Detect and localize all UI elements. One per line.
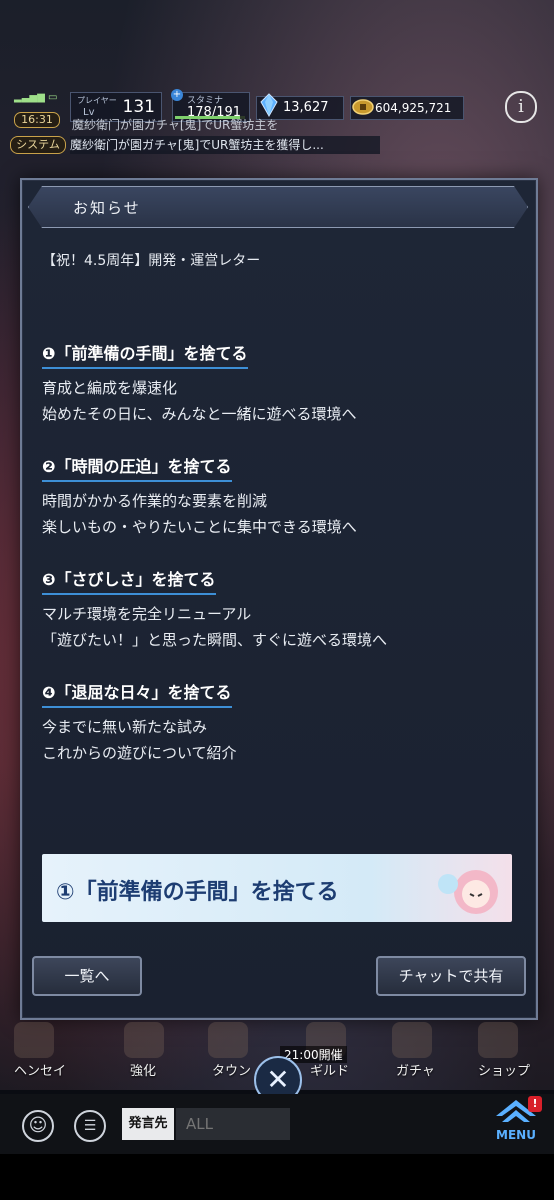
plus-icon[interactable]: + bbox=[171, 89, 183, 101]
player-level: 131 bbox=[122, 97, 155, 117]
section-line: これからの遊びについて紹介 bbox=[42, 744, 237, 762]
notice-section: ❷「時間の圧迫」を捨てる 時間がかかる作業的な要素を削減 楽しいもの・やりたいこ… bbox=[42, 453, 512, 540]
player-label: プレイヤー bbox=[77, 96, 117, 105]
nav-item-enhance[interactable]: 強化 bbox=[130, 1060, 156, 1079]
crystal-icon bbox=[260, 93, 278, 117]
section-line: 育成と編成を爆速化 bbox=[42, 379, 178, 397]
nav-item-town[interactable]: タウン bbox=[212, 1060, 251, 1079]
clock: 16:31 bbox=[14, 112, 60, 128]
nav-item-hensei[interactable]: ヘンセイ bbox=[14, 1060, 66, 1079]
banner-text: ①「前準備の手間」を捨てる bbox=[56, 880, 339, 905]
notice-section: ❸「さびしさ」を捨てる マルチ環境を完全リニューアル 「遊びたい！」と思った瞬間… bbox=[42, 566, 512, 653]
section-line: 時間がかかる作業的な要素を削減 bbox=[42, 492, 268, 510]
gold-counter[interactable]: 604,925,721 bbox=[350, 96, 464, 120]
system-tag[interactable]: システム bbox=[10, 136, 66, 154]
modal-title: お知らせ bbox=[73, 199, 141, 217]
section-line: 「遊びたい！」と思った瞬間、すぐに遊べる環境へ bbox=[42, 631, 388, 649]
section-heading: ❸「さびしさ」を捨てる bbox=[42, 566, 216, 595]
signal-icon: ▂▃▅▆ ▭ bbox=[14, 92, 58, 103]
back-to-list-button[interactable]: 一覧へ bbox=[32, 956, 142, 996]
chat-bubble-icon[interactable]: ☰ bbox=[74, 1110, 106, 1142]
gem-value: 13,627 bbox=[283, 100, 329, 115]
notice-banner-image[interactable]: ①「前準備の手間」を捨てる bbox=[42, 854, 512, 922]
section-heading: ❹「退屈な日々」を捨てる bbox=[42, 679, 232, 708]
emoji-icon[interactable]: ☺ bbox=[22, 1110, 54, 1142]
system-bar bbox=[0, 1154, 554, 1200]
notice-modal: お知らせ 【祝！4.5周年】開発・運営レター ❶「前準備の手間」を捨てる 育成と… bbox=[20, 178, 538, 1020]
nav-item-shop[interactable]: ショップ bbox=[478, 1060, 530, 1079]
chat-target-button[interactable]: 発言先 bbox=[122, 1108, 174, 1140]
enhance-icon[interactable] bbox=[124, 1022, 164, 1058]
town-icon[interactable] bbox=[208, 1022, 248, 1058]
ticker-line: 魔紗衛门が園ガチャ[鬼]でUR蟹坊主を bbox=[72, 118, 279, 132]
notice-section: ❹「退屈な日々」を捨てる 今までに無い新たな試み これからの遊びについて紹介 bbox=[42, 679, 512, 766]
shop-icon[interactable] bbox=[478, 1022, 518, 1058]
character-icon bbox=[438, 870, 498, 914]
status-indicators: ▂▃▅▆ ▭ bbox=[14, 92, 62, 103]
info-button[interactable]: i bbox=[505, 91, 537, 123]
modal-header: お知らせ bbox=[28, 186, 528, 228]
section-line: 始めたその日に、みんなと一緒に遊べる環境へ bbox=[42, 405, 357, 423]
section-line: 楽しいもの・やりたいことに集中できる環境へ bbox=[42, 518, 357, 536]
ticker-line[interactable]: 魔紗衛门が園ガチャ[鬼]でUR蟹坊主を獲得し... bbox=[70, 136, 380, 154]
share-to-chat-button[interactable]: チャットで共有 bbox=[376, 956, 526, 996]
notice-title: 【祝！4.5周年】開発・運営レター bbox=[42, 253, 261, 269]
chat-input[interactable] bbox=[176, 1108, 290, 1140]
notification-badge: ! bbox=[528, 1096, 542, 1112]
gacha-icon[interactable] bbox=[392, 1022, 432, 1058]
section-heading: ❶「前準備の手間」を捨てる bbox=[42, 340, 248, 369]
section-line: マルチ環境を完全リニューアル bbox=[42, 605, 252, 623]
coin-icon bbox=[352, 99, 374, 115]
nav-item-gacha[interactable]: ガチャ bbox=[396, 1060, 435, 1079]
gold-value: 604,925,721 bbox=[375, 101, 452, 115]
menu-label: MENU bbox=[496, 1128, 536, 1142]
section-line: 今までに無い新たな試み bbox=[42, 718, 208, 736]
notice-body: ❶「前準備の手間」を捨てる 育成と編成を爆速化 始めたその日に、みんなと一緒に遊… bbox=[42, 340, 512, 792]
notice-section: ❶「前準備の手間」を捨てる 育成と編成を爆速化 始めたその日に、みんなと一緒に遊… bbox=[42, 340, 512, 427]
scroll-overflow-text bbox=[42, 932, 512, 942]
hensei-icon[interactable] bbox=[14, 1022, 54, 1058]
section-heading: ❷「時間の圧迫」を捨てる bbox=[42, 453, 232, 482]
